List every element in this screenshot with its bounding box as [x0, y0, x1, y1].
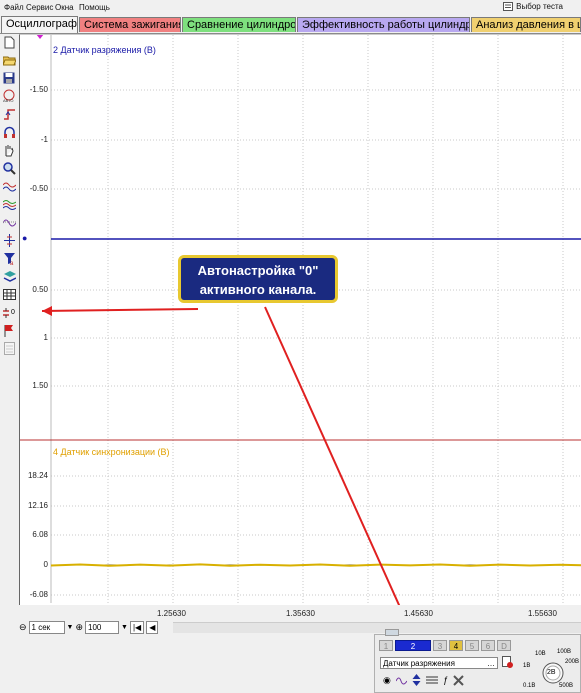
knob-label: 0.1В — [523, 683, 536, 689]
zoom-select[interactable]: 100 — [85, 620, 120, 634]
function-icon[interactable]: ƒ — [443, 675, 448, 685]
tab-oscilloscope[interactable]: Осциллограф — [1, 16, 78, 33]
menu-service[interactable]: Сервис — [26, 3, 53, 12]
channel-button-5[interactable]: 5 — [465, 640, 479, 651]
y-tick-ch2: -1 — [40, 135, 48, 144]
headphones-icon[interactable] — [2, 125, 16, 139]
y-tick-ch2: -1.50 — [29, 85, 48, 94]
zoom-icon[interactable] — [2, 161, 16, 175]
knob-label: 1В — [523, 663, 531, 669]
knob-label: 100В — [557, 649, 572, 655]
save-icon[interactable] — [2, 71, 16, 85]
tab-ignition[interactable]: Система зажигания — [79, 17, 181, 32]
zero-autoset-icon[interactable]: 0 — [2, 305, 16, 319]
channel-panel: 1 2 3 4 5 6 D Датчик разряжения … ◉ ƒ 2В… — [374, 634, 581, 693]
y-tick-ch4: 6.08 — [32, 530, 48, 539]
tab-pressure-analysis[interactable]: Анализ давления в цилиндре — [471, 17, 581, 32]
overlay-wave-icon[interactable] — [2, 215, 16, 229]
menu-windows[interactable]: Окна — [55, 3, 74, 12]
left-toolbar: АВТО a 0 — [0, 34, 18, 620]
jump-start-icon[interactable]: |◀ — [129, 620, 145, 634]
new-file-icon[interactable] — [2, 35, 16, 49]
eye-icon[interactable]: ◉ — [383, 675, 391, 686]
table-icon[interactable] — [2, 287, 16, 301]
multi-wave-icon[interactable] — [2, 197, 16, 211]
chevron-down-icon[interactable]: ▼ — [121, 624, 128, 631]
tools-icon[interactable] — [453, 674, 464, 686]
channel-button-3[interactable]: 3 — [433, 640, 447, 651]
y-tick-ch4: 12.16 — [27, 501, 48, 510]
x-tick: 1.25630 — [157, 609, 186, 618]
cursor-split-icon[interactable] — [2, 233, 16, 247]
y-tick-ch4: 0 — [43, 560, 48, 569]
edge-trigger-icon[interactable] — [2, 107, 16, 121]
sensor-settings-icon[interactable] — [502, 656, 514, 671]
menu-bar: Файл Сервис Окна Помощь Выбор теста — [0, 0, 581, 16]
hand-pan-icon[interactable] — [2, 143, 16, 157]
panel-collapse-handle[interactable] — [385, 629, 399, 636]
y-tick-ch4: 18.24 — [27, 471, 48, 480]
chevron-down-icon[interactable]: ▼ — [67, 624, 74, 631]
test-select-label: Выбор теста — [516, 2, 563, 11]
channel-tools: ◉ ƒ — [383, 674, 464, 686]
channel-button-4[interactable]: 4 — [449, 640, 463, 651]
svg-text:a: a — [10, 261, 14, 265]
test-select-icon — [503, 2, 514, 11]
layers-icon[interactable] — [2, 269, 16, 283]
test-select-button[interactable]: Выбор теста — [503, 2, 563, 11]
trigger-marker — [36, 35, 44, 39]
volts-per-div-knob[interactable]: 2В 10В 100В 200В 500В 1В 0.1В — [523, 645, 581, 693]
y-tick-ch4: -6.08 — [29, 590, 48, 599]
autoset-zero-callout: Автонастройка "0" активного канала. — [178, 255, 338, 303]
menu-help[interactable]: Помощь — [79, 3, 110, 12]
knob-label: 200В — [565, 659, 580, 665]
tab-cylinder-compare[interactable]: Сравнение цилиндров — [182, 17, 296, 32]
callout-arrow-left — [42, 306, 52, 316]
menu-file[interactable]: Файл — [4, 3, 24, 12]
channel2-label: 2 Датчик разряжения (В) — [53, 45, 156, 55]
knob-value: 2В — [547, 669, 556, 676]
callout-line2: активного канала. — [199, 282, 317, 297]
channel4-trace — [50, 563, 581, 567]
channel-button-digital[interactable]: D — [497, 640, 511, 651]
zoom-out-icon[interactable]: ⊖ — [19, 622, 27, 633]
channel-button-1[interactable]: 1 — [379, 640, 393, 651]
more-icon: … — [487, 659, 495, 668]
scroll-left-icon[interactable]: ◀ — [146, 620, 159, 634]
tab-bar: Осциллограф Система зажигания Сравнение … — [0, 16, 581, 34]
wave-icon[interactable] — [395, 675, 407, 685]
tab-cylinder-efficiency[interactable]: Эффективность работы цилиндров — [297, 17, 470, 32]
callout-line1: Автонастройка "0" — [197, 263, 319, 278]
zoom-in-icon[interactable]: ⊕ — [75, 622, 83, 633]
sensor-select[interactable]: Датчик разряжения … — [380, 657, 498, 669]
waveform-icon[interactable] — [2, 179, 16, 193]
notes-icon[interactable] — [2, 341, 16, 355]
plot-grid — [20, 35, 581, 605]
horizontal-scrollbar[interactable] — [173, 622, 581, 633]
updown-arrow-icon[interactable] — [412, 674, 421, 686]
svg-text:АВТО: АВТО — [3, 98, 13, 103]
y-tick-ch2: 0.50 — [32, 285, 48, 294]
channel4-label: 4 Датчик синхронизации (В) — [53, 447, 170, 457]
x-tick: 1.35630 — [286, 609, 315, 618]
x-tick: 1.55630 — [528, 609, 557, 618]
oscilloscope-plot[interactable]: ● 2 Датчик разряжения (В) -1.50 -1 -0.50… — [19, 34, 581, 618]
y-tick-ch2: 1.50 — [32, 381, 48, 390]
open-folder-icon[interactable] — [2, 53, 16, 67]
lines-icon[interactable] — [425, 675, 438, 685]
auto-icon[interactable]: АВТО — [2, 89, 16, 103]
timebase-select[interactable]: 1 сек — [28, 620, 65, 634]
channel-button-6[interactable]: 6 — [481, 640, 495, 651]
y-tick-ch2: 1 — [43, 333, 48, 342]
channel-button-2[interactable]: 2 — [395, 640, 431, 651]
x-tick: 1.45630 — [404, 609, 433, 618]
zero-autoset-label: 0 — [11, 309, 15, 316]
sensor-select-value: Датчик разряжения — [383, 659, 455, 668]
y-tick-ch2: -0.50 — [29, 184, 48, 193]
knob-label: 500В — [559, 683, 574, 689]
channel2-zero-marker[interactable]: ● — [22, 233, 27, 243]
marker-flag-icon[interactable] — [2, 323, 16, 337]
knob-label: 10В — [535, 651, 546, 657]
filter-channels-icon[interactable]: a — [2, 251, 16, 265]
